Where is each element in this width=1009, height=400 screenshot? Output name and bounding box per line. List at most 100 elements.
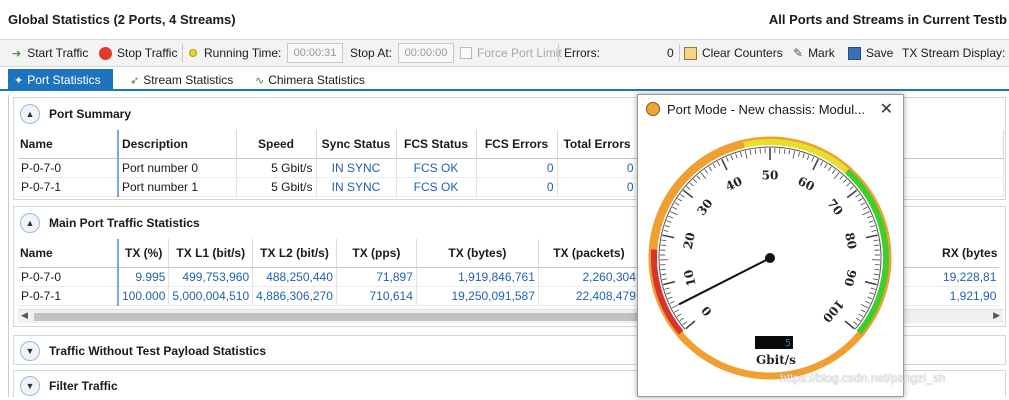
- column-header[interactable]: TX (pps): [336, 239, 416, 267]
- play-icon: ➔: [12, 47, 21, 60]
- stop-at-field[interactable]: 00:00:00: [398, 43, 454, 63]
- gauge-minor-tick: [673, 207, 677, 209]
- column-header[interactable]: FCS Status: [396, 130, 476, 158]
- gauge-minor-tick: [874, 269, 879, 270]
- mark-icon: ✎: [793, 46, 803, 60]
- column-header[interactable]: TX L2 (bit/s): [253, 239, 337, 267]
- column-header[interactable]: TX (packets): [538, 239, 639, 267]
- cell: 1,921,90: [899, 286, 999, 305]
- gauge-minor-tick: [793, 151, 795, 159]
- clear-counters-button[interactable]: Clear Counters: [684, 40, 783, 66]
- column-header[interactable]: RX (bytes: [899, 239, 999, 267]
- cell: 710,614: [336, 286, 416, 305]
- cell: 0: [557, 177, 637, 196]
- gauge-minor-tick: [664, 230, 669, 231]
- main-traffic-header[interactable]: ▲ Main Port Traffic Statistics: [20, 209, 200, 237]
- gauge-minor-tick: [662, 279, 667, 280]
- collapse-icon[interactable]: ▲: [20, 104, 40, 124]
- port-summary-header[interactable]: ▲ Port Summary: [20, 100, 131, 128]
- start-traffic-button[interactable]: ➔ Start Traffic: [12, 40, 88, 66]
- expand-icon[interactable]: ▼: [20, 376, 40, 396]
- gauge-minor-tick: [665, 225, 670, 226]
- gauge-unit-label: Gbit/s: [756, 353, 796, 367]
- gauge-minor-tick: [858, 198, 862, 201]
- gauge-minor-tick: [677, 314, 681, 317]
- port-stats-icon: ✦: [14, 74, 23, 87]
- gauge-minor-tick: [874, 245, 879, 246]
- gauge-minor-tick: [866, 301, 871, 303]
- gauge-minor-tick: [863, 207, 867, 209]
- gauge-tick-label: 30: [694, 196, 715, 218]
- cell: P-0-7-1: [18, 286, 118, 305]
- stop-icon: [99, 47, 112, 60]
- cell: 0: [476, 158, 557, 177]
- column-header[interactable]: Name: [18, 239, 118, 267]
- tab-stream-statistics[interactable]: ➶ Stream Statistics: [124, 69, 244, 91]
- cell: FCS OK: [396, 177, 476, 196]
- cell: 22,408,479: [538, 286, 639, 305]
- gauge-major-tick: [813, 159, 818, 170]
- gauge-minor-tick: [665, 288, 670, 289]
- toolbar-separator: [679, 44, 680, 62]
- port-mode-dialog: Port Mode - New chassis: Modul... ✕ 0102…: [637, 94, 904, 397]
- column-header[interactable]: TX L1 (bit/s): [169, 239, 253, 267]
- gauge-minor-tick: [731, 155, 733, 160]
- errors-label: Errors:: [564, 40, 600, 66]
- gauge-minor-tick: [859, 314, 863, 317]
- stop-traffic-button[interactable]: Stop Traffic: [99, 40, 177, 66]
- gauge-minor-tick: [874, 274, 879, 275]
- gauge-minor-tick: [675, 203, 679, 206]
- column-header[interactable]: Name: [18, 130, 118, 158]
- gauge-minor-tick: [670, 212, 677, 215]
- column-header[interactable]: Description: [118, 130, 236, 158]
- column-header[interactable]: Sync Status: [316, 130, 396, 158]
- expand-icon[interactable]: ▼: [20, 341, 40, 361]
- filter-traffic-header[interactable]: ▼ Filter Traffic: [20, 372, 118, 400]
- gauge-minor-tick: [726, 157, 728, 162]
- gauge-minor-tick: [861, 310, 865, 312]
- status-dot-icon: [189, 49, 197, 57]
- tab-port-statistics[interactable]: ✦ Port Statistics: [8, 69, 113, 91]
- scroll-right-icon[interactable]: ▶: [993, 310, 1000, 321]
- gauge-major-tick: [686, 321, 695, 329]
- column-header[interactable]: Speed: [236, 130, 316, 158]
- close-icon[interactable]: ✕: [880, 99, 893, 119]
- force-port-limit-checkbox[interactable]: Force Port Limit: [460, 40, 562, 66]
- gauge-minor-tick: [847, 183, 851, 186]
- gauge-major-tick: [662, 235, 674, 237]
- cell: Port number 0: [118, 158, 236, 177]
- gauge-minor-tick: [869, 293, 874, 295]
- cell: 0: [476, 177, 557, 196]
- errors-value: 0: [667, 40, 674, 66]
- dialog-title-bar[interactable]: Port Mode - New chassis: Modul...: [638, 95, 903, 123]
- gauge-tick-label: 80: [842, 231, 859, 250]
- gauge-minor-tick: [856, 318, 860, 321]
- column-header[interactable]: Total Errors: [557, 130, 637, 158]
- gauge-minor-tick: [832, 169, 835, 173]
- traffic-without-payload-header[interactable]: ▼ Traffic Without Test Payload Statistic…: [20, 337, 266, 365]
- gauge-minor-tick: [661, 269, 666, 270]
- gauge-minor-tick: [798, 152, 799, 157]
- cell: 19,228,81: [899, 267, 999, 286]
- gauge-minor-tick: [690, 183, 694, 186]
- gauge-tick-label: 60: [796, 174, 817, 194]
- column-header[interactable]: TX (bytes): [416, 239, 538, 267]
- save-button[interactable]: Save: [848, 40, 893, 66]
- cell: 71,897: [336, 267, 416, 286]
- running-time-field: 00:00:31: [287, 43, 343, 63]
- cell: 100.000: [118, 286, 169, 305]
- mark-button[interactable]: ✎ Mark: [793, 40, 835, 66]
- cell: FCS OK: [396, 158, 476, 177]
- collapse-icon[interactable]: ▲: [20, 213, 40, 233]
- cell: 499,753,960: [169, 267, 253, 286]
- column-header[interactable]: TX (%): [118, 239, 169, 267]
- scroll-left-icon[interactable]: ◀: [21, 310, 28, 321]
- cell: 9.995: [118, 267, 169, 286]
- scrollbar-thumb[interactable]: [34, 313, 644, 321]
- column-header[interactable]: FCS Errors: [476, 130, 557, 158]
- stream-stats-icon: ➶: [130, 74, 139, 87]
- tab-chimera-statistics[interactable]: ∿ Chimera Statistics: [249, 69, 374, 91]
- gauge-minor-tick: [686, 186, 690, 189]
- stop-at-label: Stop At:: [350, 40, 392, 66]
- gauge-minor-tick: [755, 149, 756, 154]
